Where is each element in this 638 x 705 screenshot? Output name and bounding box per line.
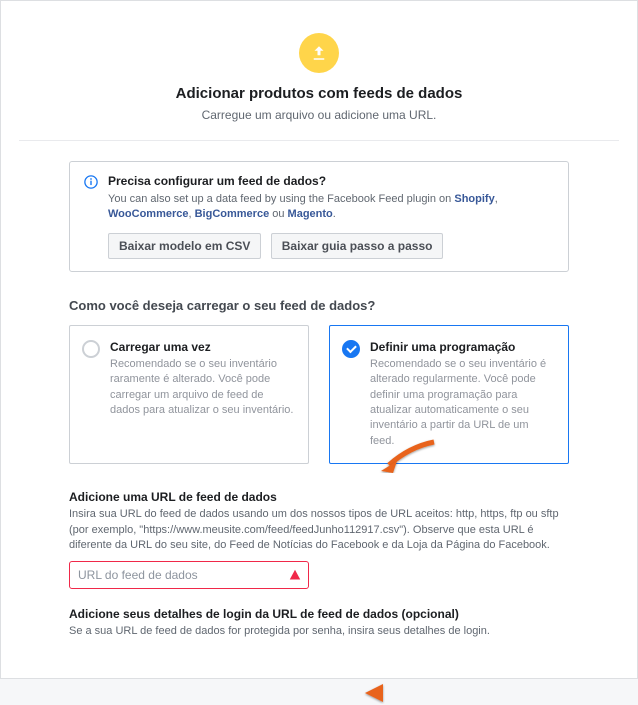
option-once-desc: Recomendado se o seu inventário rarament…: [110, 357, 294, 419]
url-field-label: Adicione uma URL de feed de dados: [69, 490, 569, 504]
warning-icon: [289, 569, 301, 581]
url-field-desc: Insira sua URL do feed de dados usando u…: [69, 507, 569, 553]
info-icon: [84, 175, 98, 189]
info-text: You can also set up a data feed by using…: [108, 192, 554, 223]
link-shopify[interactable]: Shopify: [454, 193, 494, 205]
option-schedule-title: Definir uma programação: [370, 340, 554, 354]
page-title: Adicionar produtos com feeds de dados: [19, 85, 619, 102]
option-schedule[interactable]: Definir uma programação Recomendado se o…: [329, 325, 569, 464]
option-upload-once[interactable]: Carregar uma vez Recomendado se o seu in…: [69, 325, 309, 464]
link-woocommerce[interactable]: WooCommerce: [108, 208, 188, 220]
upload-question: Como você deseja carregar o seu feed de …: [69, 298, 569, 313]
feed-url-input[interactable]: [69, 561, 309, 589]
link-magento[interactable]: Magento: [288, 208, 333, 220]
radio-checked-icon: [342, 340, 360, 358]
download-csv-button[interactable]: Baixar modelo em CSV: [108, 233, 261, 259]
info-box: Precisa configurar um feed de dados? You…: [69, 161, 569, 272]
annotation-arrow-icon: [363, 681, 423, 705]
upload-icon: [299, 33, 339, 73]
option-once-title: Carregar uma vez: [110, 340, 294, 354]
login-field-label: Adicione seus detalhes de login da URL d…: [69, 607, 569, 621]
link-bigcommerce[interactable]: BigCommerce: [195, 208, 270, 220]
radio-unchecked-icon: [82, 340, 100, 358]
info-title: Precisa configurar um feed de dados?: [108, 174, 554, 188]
page-header: Adicionar produtos com feeds de dados Ca…: [19, 1, 619, 141]
login-field-desc: Se a sua URL de feed de dados for proteg…: [69, 624, 569, 639]
option-schedule-desc: Recomendado se o seu inventário é altera…: [370, 357, 554, 449]
download-guide-button[interactable]: Baixar guia passo a passo: [271, 233, 444, 259]
page-subtitle: Carregue um arquivo ou adicione uma URL.: [19, 108, 619, 122]
